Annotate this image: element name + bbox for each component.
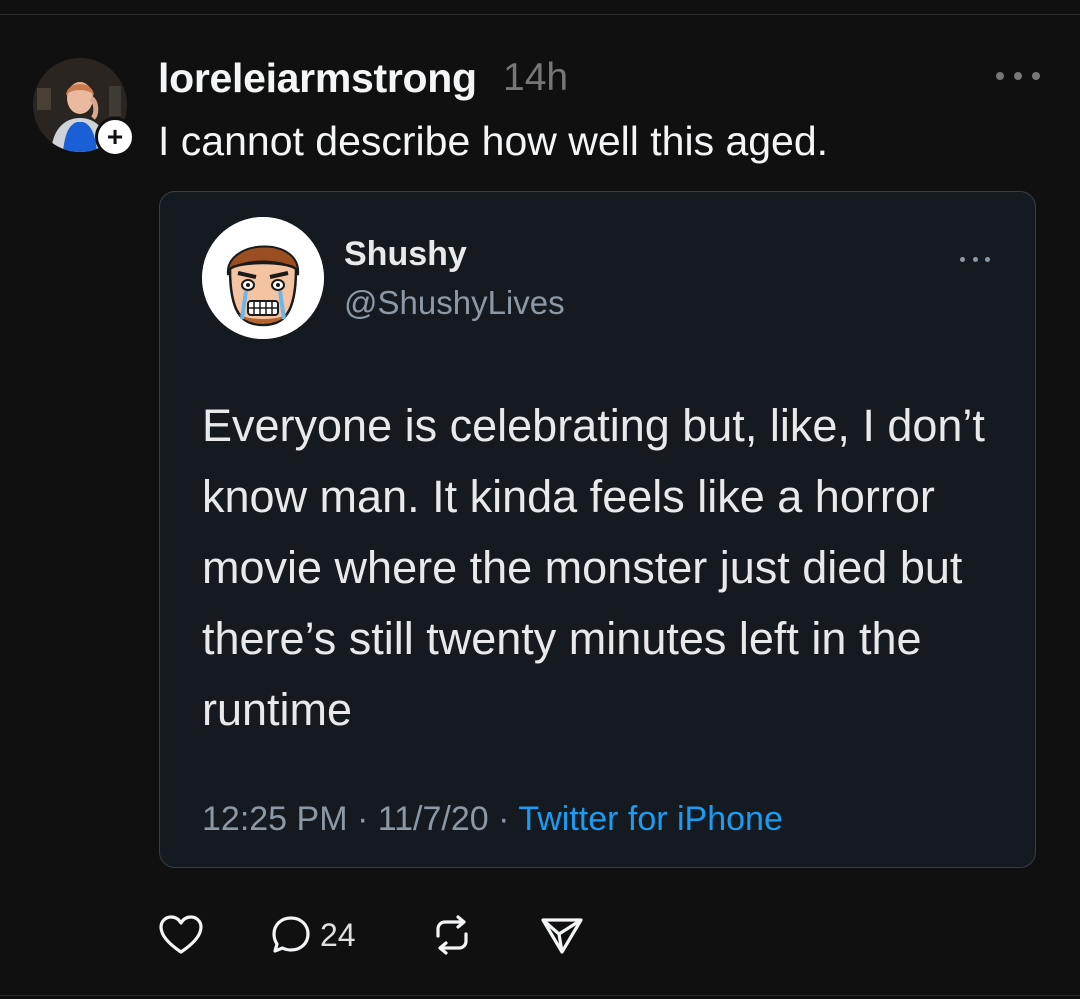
post-timestamp: 14h [503,56,569,99]
speech-bubble-icon [272,916,310,953]
reply-count: 24 [320,916,356,953]
meta-separator: · [498,800,510,838]
plus-icon: + [106,121,124,152]
cartoon-face-icon [202,217,324,339]
author-username[interactable]: loreleiarmstrong [158,55,477,102]
quoted-tweet-time: 12:25 PM [202,800,348,838]
quoted-author-avatar [202,217,324,339]
share-button[interactable] [540,910,584,960]
quoted-more-icon [960,254,990,264]
top-divider [0,14,1080,15]
follow-plus-button[interactable]: + [95,117,135,157]
more-icon[interactable] [996,64,1040,88]
quoted-author-handle: @ShushyLives [344,284,565,321]
like-button[interactable] [158,910,204,960]
quoted-author-name: Shushy [344,235,467,273]
repost-icon [436,915,468,955]
paper-plane-icon [541,918,583,954]
post-text: I cannot describe how well this aged. [158,118,829,164]
meta-separator: · [356,800,369,838]
quoted-tweet-date: 11/7/20 [377,800,489,838]
reply-button[interactable]: 24 [270,910,356,960]
bottom-divider [0,995,1080,996]
quoted-tweet-source: Twitter for iPhone [518,800,783,838]
quoted-tweet-card[interactable]: Shushy @ShushyLives Everyone is celebrat… [159,191,1036,868]
heart-icon [159,915,203,954]
quoted-tweet-meta: 12:25 PM · 11/7/20 · Twitter for iPhone [202,800,783,839]
repost-button[interactable] [430,910,474,960]
quoted-tweet-text: Everyone is celebrating but, like, I don… [202,400,985,735]
